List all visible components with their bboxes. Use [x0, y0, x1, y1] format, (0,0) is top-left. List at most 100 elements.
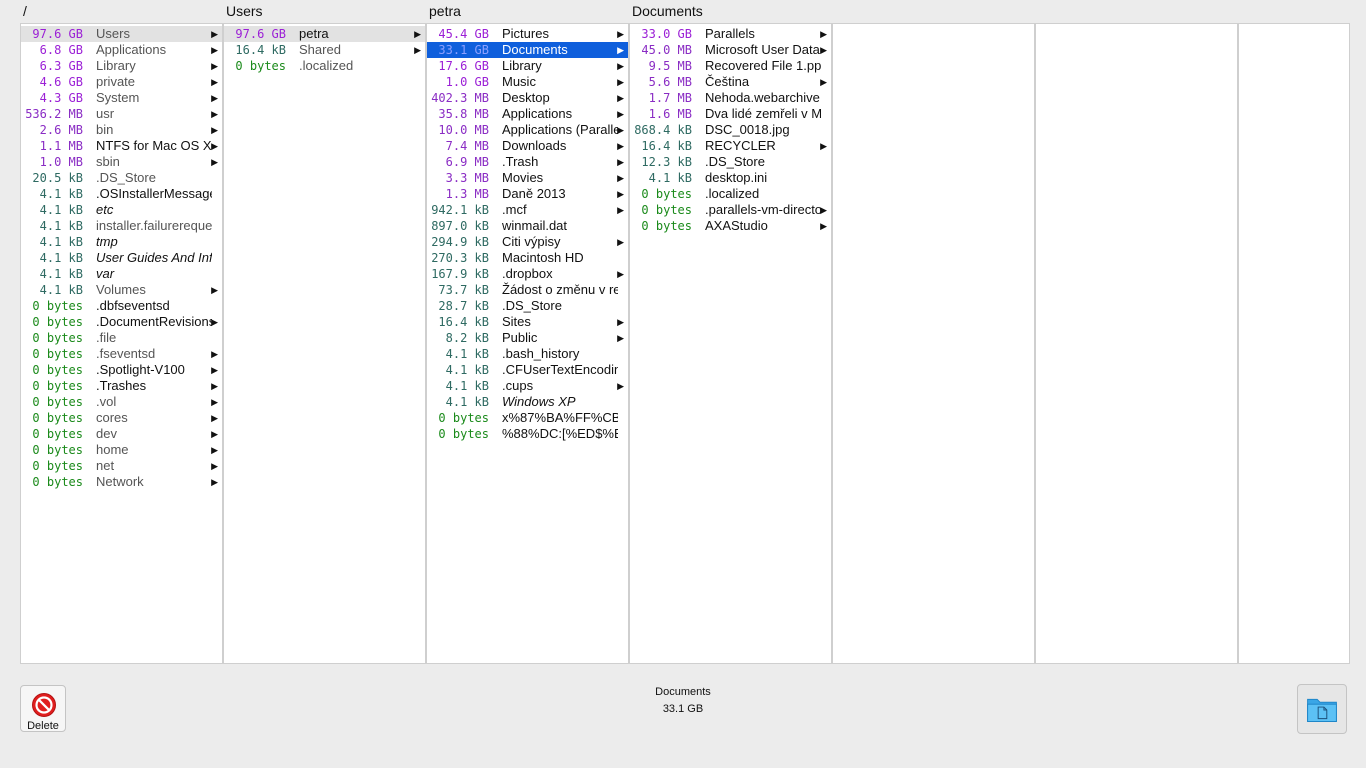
disclosure-arrow-icon[interactable]: ▶ — [211, 346, 218, 362]
list-item[interactable]: 0 bytes .file — [21, 330, 222, 346]
list-item[interactable]: 0 bytes .fseventsd ▶ — [21, 346, 222, 362]
list-item[interactable]: 0 bytes %88%DC:[%ED$%B — [427, 426, 628, 442]
list-item[interactable]: 0 bytes x%87%BA%FF%CB% — [427, 410, 628, 426]
disclosure-arrow-icon[interactable]: ▶ — [211, 362, 218, 378]
list-item[interactable]: 0 bytes home ▶ — [21, 442, 222, 458]
disclosure-arrow-icon[interactable]: ▶ — [211, 106, 218, 122]
disclosure-arrow-icon[interactable]: ▶ — [617, 42, 624, 58]
list-item[interactable]: 28.7 kB .DS_Store — [427, 298, 628, 314]
list-item[interactable]: 402.3 MB Desktop ▶ — [427, 90, 628, 106]
list-item[interactable]: 0 bytes .vol ▶ — [21, 394, 222, 410]
list-item[interactable]: 17.6 GB Library ▶ — [427, 58, 628, 74]
list-item[interactable]: 97.6 GB petra ▶ — [224, 26, 425, 42]
disclosure-arrow-icon[interactable]: ▶ — [617, 106, 624, 122]
list-item[interactable]: 0 bytes .DocumentRevisions-V100▶ — [21, 314, 222, 330]
list-item[interactable]: 1.7 MB Nehoda.webarchive — [630, 90, 831, 106]
disclosure-arrow-icon[interactable]: ▶ — [617, 314, 624, 330]
list-item[interactable]: 97.6 GB Users ▶ — [21, 26, 222, 42]
disclosure-arrow-icon[interactable]: ▶ — [211, 394, 218, 410]
list-item[interactable]: 6.9 MB .Trash ▶ — [427, 154, 628, 170]
disclosure-arrow-icon[interactable]: ▶ — [211, 122, 218, 138]
disclosure-arrow-icon[interactable]: ▶ — [211, 314, 218, 330]
disclosure-arrow-icon[interactable]: ▶ — [617, 58, 624, 74]
list-item[interactable]: 4.6 GB private ▶ — [21, 74, 222, 90]
list-item[interactable]: 4.1 kB Windows XP — [427, 394, 628, 410]
list-item[interactable]: 73.7 kB Žádost o změnu v registru — [427, 282, 628, 298]
disclosure-arrow-icon[interactable]: ▶ — [211, 474, 218, 490]
list-item[interactable]: 536.2 MB usr ▶ — [21, 106, 222, 122]
list-item[interactable]: 4.1 kB Volumes ▶ — [21, 282, 222, 298]
disclosure-arrow-icon[interactable]: ▶ — [820, 26, 827, 42]
column-pane[interactable] — [832, 23, 1035, 664]
list-item[interactable]: 868.4 kB DSC_0018.jpg — [630, 122, 831, 138]
disclosure-arrow-icon[interactable]: ▶ — [617, 170, 624, 186]
disclosure-arrow-icon[interactable]: ▶ — [820, 138, 827, 154]
list-item[interactable]: 4.1 kB .OSInstallerMessages — [21, 186, 222, 202]
list-item[interactable]: 0 bytes Network ▶ — [21, 474, 222, 490]
disclosure-arrow-icon[interactable]: ▶ — [617, 90, 624, 106]
list-item[interactable]: 0 bytes .localized — [630, 186, 831, 202]
disclosure-arrow-icon[interactable]: ▶ — [617, 74, 624, 90]
disclosure-arrow-icon[interactable]: ▶ — [820, 42, 827, 58]
list-item[interactable]: 1.0 MB sbin ▶ — [21, 154, 222, 170]
disclosure-arrow-icon[interactable]: ▶ — [211, 74, 218, 90]
list-item[interactable]: 0 bytes dev ▶ — [21, 426, 222, 442]
list-item[interactable]: 3.3 MB Movies ▶ — [427, 170, 628, 186]
disclosure-arrow-icon[interactable]: ▶ — [211, 426, 218, 442]
list-item[interactable]: 10.0 MB Applications (Parallels)▶ — [427, 122, 628, 138]
column-pane[interactable]: 33.0 GB Parallels ▶ 45.0 MB Microsoft User D… — [629, 23, 832, 664]
disclosure-arrow-icon[interactable]: ▶ — [617, 202, 624, 218]
list-item[interactable]: 1.1 MB NTFS for Mac OS X ▶ — [21, 138, 222, 154]
list-item[interactable]: 0 bytes .parallels-vm-directory ▶ — [630, 202, 831, 218]
disclosure-arrow-icon[interactable]: ▶ — [820, 74, 827, 90]
list-item[interactable]: 0 bytes .localized — [224, 58, 425, 74]
list-item[interactable]: 4.3 GB System ▶ — [21, 90, 222, 106]
list-item[interactable]: 2.6 MB bin ▶ — [21, 122, 222, 138]
disclosure-arrow-icon[interactable]: ▶ — [617, 330, 624, 346]
disclosure-arrow-icon[interactable]: ▶ — [617, 378, 624, 394]
list-item[interactable]: 4.1 kB .CFUserTextEncoding — [427, 362, 628, 378]
list-item[interactable]: 6.8 GB Applications ▶ — [21, 42, 222, 58]
disclosure-arrow-icon[interactable]: ▶ — [211, 154, 218, 170]
list-item[interactable]: 0 bytes net ▶ — [21, 458, 222, 474]
column-pane[interactable]: 97.6 GB Users ▶ 6.8 GB Applications ▶ 6.3 GB Li… — [20, 23, 223, 664]
disclosure-arrow-icon[interactable]: ▶ — [820, 202, 827, 218]
list-item[interactable]: 20.5 kB .DS_Store — [21, 170, 222, 186]
disclosure-arrow-icon[interactable]: ▶ — [617, 138, 624, 154]
list-item[interactable]: 33.0 GB Parallels ▶ — [630, 26, 831, 42]
list-item[interactable]: 270.3 kB Macintosh HD — [427, 250, 628, 266]
list-item[interactable]: 45.0 MB Microsoft User Data ▶ — [630, 42, 831, 58]
list-item[interactable]: 45.4 GB Pictures ▶ — [427, 26, 628, 42]
list-item[interactable]: 0 bytes .Spotlight-V100 ▶ — [21, 362, 222, 378]
disclosure-arrow-icon[interactable]: ▶ — [617, 266, 624, 282]
list-item[interactable]: 6.3 GB Library ▶ — [21, 58, 222, 74]
list-item[interactable]: 16.4 kB RECYCLER ▶ — [630, 138, 831, 154]
list-item[interactable]: 12.3 kB .DS_Store — [630, 154, 831, 170]
list-item[interactable]: 4.1 kB tmp — [21, 234, 222, 250]
column-pane[interactable] — [1035, 23, 1238, 664]
list-item[interactable]: 4.1 kB desktop.ini — [630, 170, 831, 186]
list-item[interactable]: 0 bytes .Trashes ▶ — [21, 378, 222, 394]
reveal-folder-button[interactable] — [1297, 684, 1347, 734]
list-item[interactable]: 294.9 kB Citi výpisy ▶ — [427, 234, 628, 250]
list-item[interactable]: 35.8 MB Applications ▶ — [427, 106, 628, 122]
list-item[interactable]: 5.6 MB Čeština ▶ — [630, 74, 831, 90]
column-pane[interactable] — [1238, 23, 1350, 664]
list-item[interactable]: 33.1 GB Documents ▶ — [427, 42, 628, 58]
list-item[interactable]: 7.4 MB Downloads ▶ — [427, 138, 628, 154]
column-pane[interactable]: 97.6 GB petra ▶ 16.4 kB Shared ▶ 0 bytes .local… — [223, 23, 426, 664]
disclosure-arrow-icon[interactable]: ▶ — [211, 90, 218, 106]
disclosure-arrow-icon[interactable]: ▶ — [211, 42, 218, 58]
column-pane[interactable]: 45.4 GB Pictures ▶ 33.1 GB Documents ▶ 17.6 GB… — [426, 23, 629, 664]
disclosure-arrow-icon[interactable]: ▶ — [211, 442, 218, 458]
list-item[interactable]: 16.4 kB Sites ▶ — [427, 314, 628, 330]
list-item[interactable]: 1.6 MB Dva lidé zemřeli v Ma — [630, 106, 831, 122]
list-item[interactable]: 4.1 kB User Guides And Information — [21, 250, 222, 266]
disclosure-arrow-icon[interactable]: ▶ — [211, 378, 218, 394]
disclosure-arrow-icon[interactable]: ▶ — [617, 234, 624, 250]
list-item[interactable]: 897.0 kB winmail.dat — [427, 218, 628, 234]
disclosure-arrow-icon[interactable]: ▶ — [617, 186, 624, 202]
list-item[interactable]: 942.1 kB .mcf ▶ — [427, 202, 628, 218]
list-item[interactable]: 0 bytes .dbfseventsd — [21, 298, 222, 314]
disclosure-arrow-icon[interactable]: ▶ — [211, 58, 218, 74]
